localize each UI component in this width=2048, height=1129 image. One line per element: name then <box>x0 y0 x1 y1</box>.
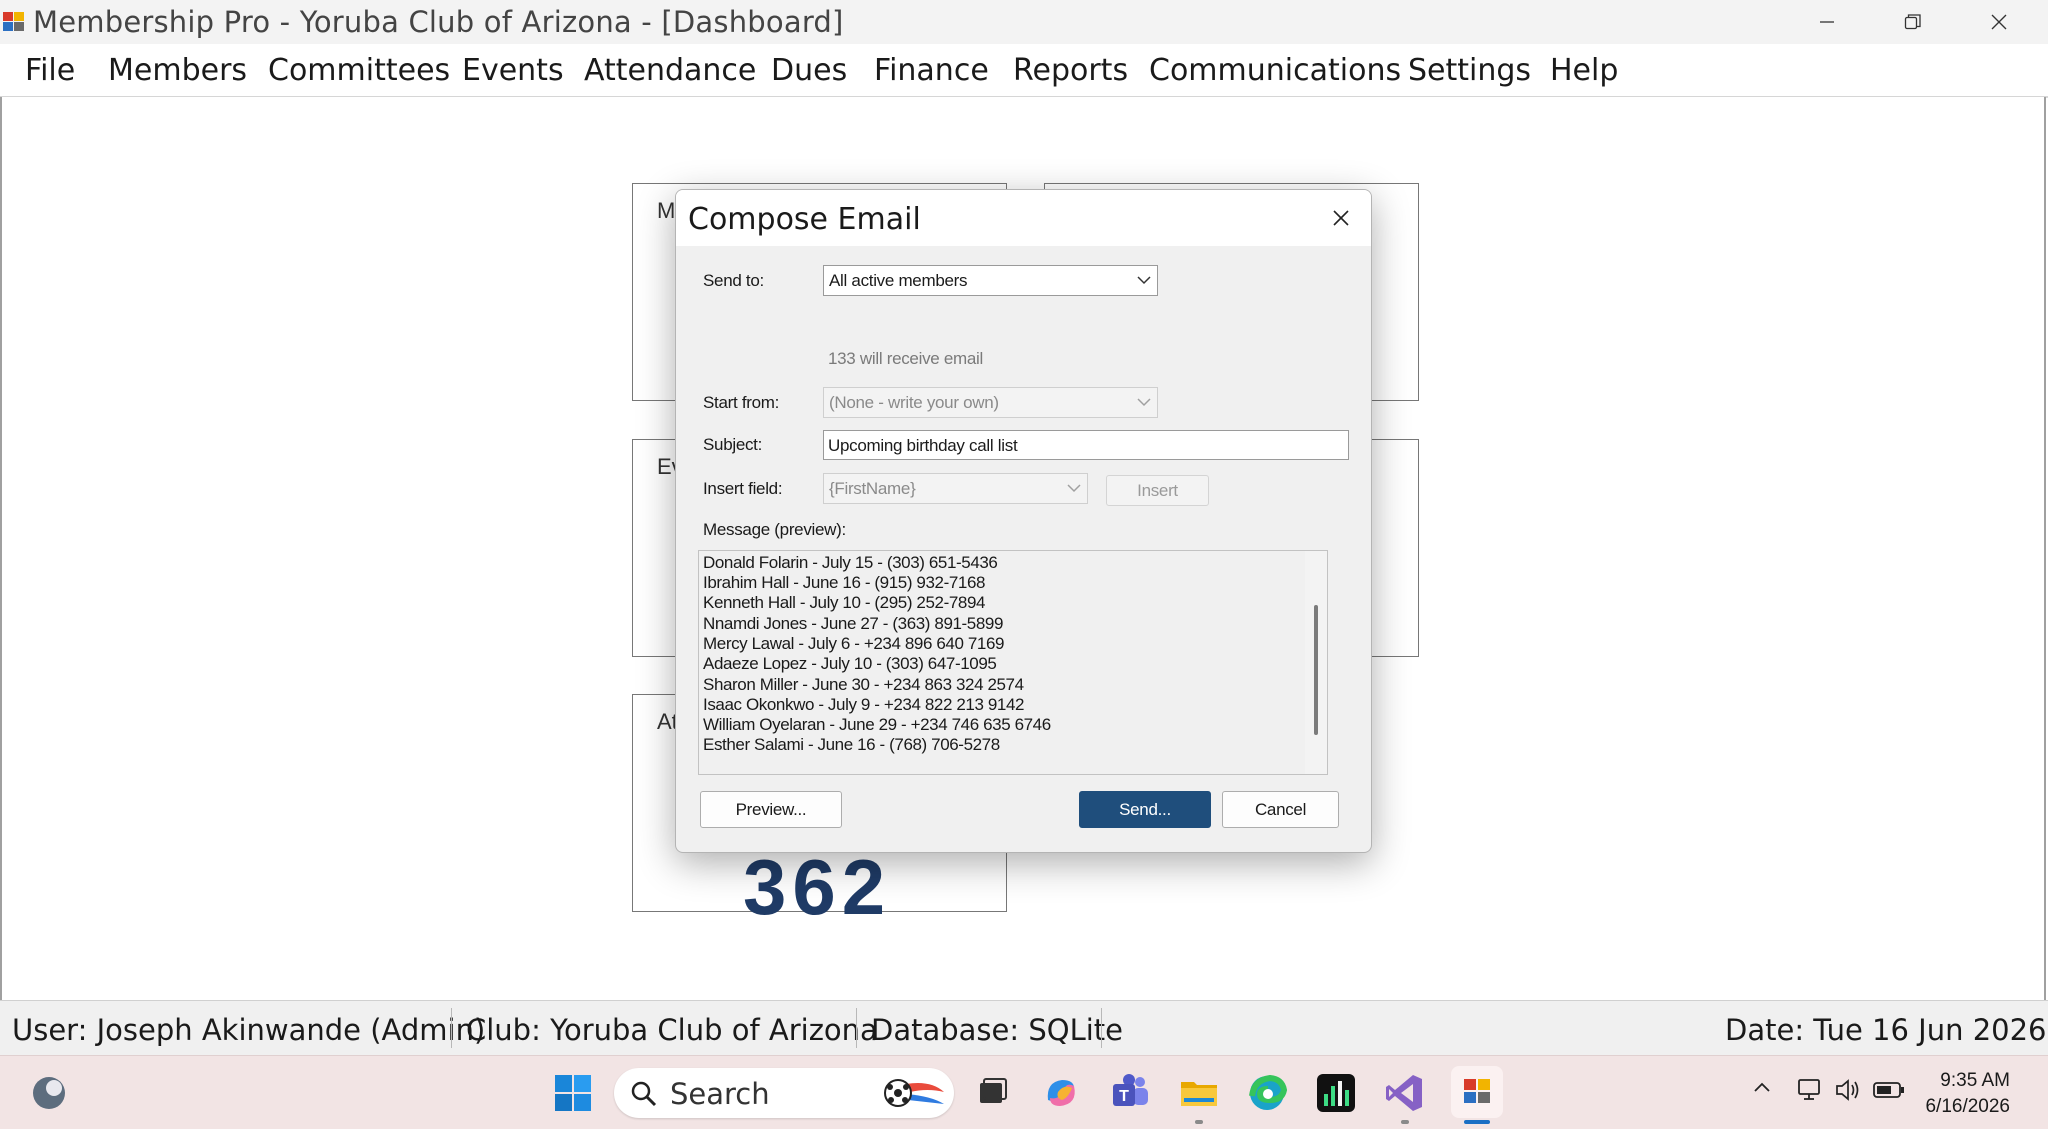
dialog-close-button[interactable] <box>1311 190 1371 246</box>
message-line: Adaeze Lopez - July 10 - (303) 647-1095 <box>703 654 997 673</box>
start-from-label: Start from: <box>703 393 780 412</box>
menu-file[interactable]: File <box>25 53 75 88</box>
active-indicator <box>1464 1120 1490 1124</box>
network-icon[interactable] <box>1796 1076 1824 1109</box>
menu-communications[interactable]: Communications <box>1149 53 1401 88</box>
subject-value: Upcoming birthday call list <box>828 436 1018 455</box>
close-icon <box>1333 210 1349 226</box>
message-line: Sharon Miller - June 30 - +234 863 324 2… <box>703 675 1024 694</box>
minimize-button[interactable] <box>1784 0 1870 44</box>
task-view-icon[interactable] <box>968 1070 1014 1116</box>
copilot-icon[interactable] <box>1038 1070 1084 1116</box>
volume-icon[interactable] <box>1833 1076 1861 1109</box>
cancel-button[interactable]: Cancel <box>1222 791 1339 828</box>
message-line: William Oyelaran - June 29 - +234 746 63… <box>703 715 1051 734</box>
menu-members[interactable]: Members <box>108 53 247 88</box>
insert-field-value: {FirstName} <box>829 479 916 498</box>
send-to-value: All active members <box>829 271 968 290</box>
subject-input[interactable]: Upcoming birthday call list <box>823 430 1349 460</box>
restore-button[interactable] <box>1870 0 1956 44</box>
window-titlebar: Membership Pro - Yoruba Club of Arizona … <box>0 0 2048 44</box>
status-database: Database: SQLite <box>871 1013 1124 1047</box>
menu-settings[interactable]: Settings <box>1408 53 1531 88</box>
clock-time: 9:35 AM <box>1940 1070 2010 1091</box>
teams-icon[interactable]: T <box>1107 1070 1153 1116</box>
message-line: Esther Salami - June 16 - (768) 706-5278 <box>703 735 1000 754</box>
membership-pro-taskbar-icon[interactable] <box>1451 1066 1503 1118</box>
message-scrollbar[interactable] <box>1305 551 1327 774</box>
chevron-down-icon <box>1137 398 1151 407</box>
svg-text:T: T <box>1119 1088 1129 1105</box>
dialog-title: Compose Email <box>688 202 921 237</box>
message-line: Nnamdi Jones - June 27 - (363) 891-5899 <box>703 614 1004 633</box>
subject-label: Subject: <box>703 435 763 454</box>
status-bar: User: Joseph Akinwande (Admin) Club: Yor… <box>0 1000 2048 1056</box>
taskbar-search-box[interactable]: Search <box>614 1068 954 1118</box>
card-label: M <box>657 198 676 223</box>
membership-pro-app-icon <box>3 12 25 32</box>
message-line: Isaac Okonkwo - July 9 - +234 822 213 91… <box>703 695 1025 714</box>
message-label: Message (preview): <box>703 520 846 539</box>
status-user: User: Joseph Akinwande (Admin) <box>12 1013 486 1047</box>
send-button[interactable]: Send... <box>1079 791 1211 828</box>
taskbar: Search T 9:35 AM 6/16/2026 <box>0 1055 2048 1129</box>
clock-date: 6/16/2026 <box>1925 1096 2010 1117</box>
search-label: Search <box>670 1077 770 1111</box>
message-preview[interactable]: Donald Folarin - July 15 - (303) 651-543… <box>698 550 1328 775</box>
window-title: Membership Pro - Yoruba Club of Arizona … <box>33 5 844 39</box>
preview-button[interactable]: Preview... <box>700 791 842 828</box>
insert-field-label: Insert field: <box>703 479 783 498</box>
chevron-down-icon <box>1067 484 1081 493</box>
send-to-dropdown[interactable]: All active members <box>823 265 1158 296</box>
start-from-value: (None - write your own) <box>829 393 999 412</box>
windows-start-icon[interactable] <box>550 1070 596 1116</box>
close-icon <box>1991 14 2007 30</box>
message-line: Donald Folarin - July 15 - (303) 651-543… <box>703 553 998 572</box>
menu-dues[interactable]: Dues <box>771 53 847 88</box>
running-indicator <box>1195 1120 1203 1124</box>
compose-email-dialog: Compose Email Send to: All active member… <box>675 189 1372 853</box>
send-to-label: Send to: <box>703 271 764 290</box>
message-line: Mercy Lawal - July 6 - +234 896 640 7169 <box>703 634 1005 653</box>
minimize-icon <box>1820 21 1834 23</box>
status-date: Date: Tue 16 Jun 2026 <box>1725 1013 2047 1047</box>
chevron-down-icon <box>1137 276 1151 285</box>
menu-help[interactable]: Help <box>1550 53 1618 88</box>
menu-reports[interactable]: Reports <box>1013 53 1128 88</box>
message-line: Ibrahim Hall - June 16 - (915) 932-7168 <box>703 573 986 592</box>
start-from-dropdown[interactable]: (None - write your own) <box>823 387 1158 418</box>
file-explorer-icon[interactable] <box>1176 1070 1222 1116</box>
card-value: 362 <box>743 843 892 931</box>
visual-studio-icon[interactable] <box>1382 1070 1428 1116</box>
battery-icon[interactable] <box>1872 1078 1906 1107</box>
dialog-titlebar: Compose Email <box>676 190 1371 246</box>
window-close-button[interactable] <box>1956 0 2042 44</box>
message-line: Kenneth Hall - July 10 - (295) 252-7894 <box>703 593 986 612</box>
insert-button[interactable]: Insert <box>1106 475 1209 506</box>
search-icon <box>631 1081 657 1107</box>
menu-committees[interactable]: Committees <box>268 53 450 88</box>
restore-icon <box>1904 14 1921 30</box>
chevron-up-icon[interactable] <box>1752 1078 1772 1103</box>
search-highlight-icon <box>884 1079 944 1107</box>
edge-icon[interactable] <box>1244 1070 1290 1116</box>
status-divider <box>451 1008 452 1048</box>
menu-bar: File Members Committees Events Attendanc… <box>0 44 2048 98</box>
status-divider <box>1101 1008 1102 1048</box>
running-indicator <box>1401 1120 1409 1124</box>
insert-field-dropdown[interactable]: {FirstName} <box>823 473 1088 504</box>
menu-events[interactable]: Events <box>462 53 564 88</box>
menu-attendance[interactable]: Attendance <box>584 53 756 88</box>
recipient-count: 133 will receive email <box>828 349 983 368</box>
system-clock[interactable]: 9:35 AM 6/16/2026 <box>1925 1068 2010 1120</box>
scrollbar-thumb[interactable] <box>1314 605 1318 735</box>
status-divider <box>856 1008 857 1048</box>
status-club: Club: Yoruba Club of Arizona <box>466 1013 878 1047</box>
widgets-icon[interactable] <box>26 1070 72 1116</box>
menu-finance[interactable]: Finance <box>874 53 989 88</box>
stock-chart-app-icon[interactable] <box>1313 1070 1359 1116</box>
